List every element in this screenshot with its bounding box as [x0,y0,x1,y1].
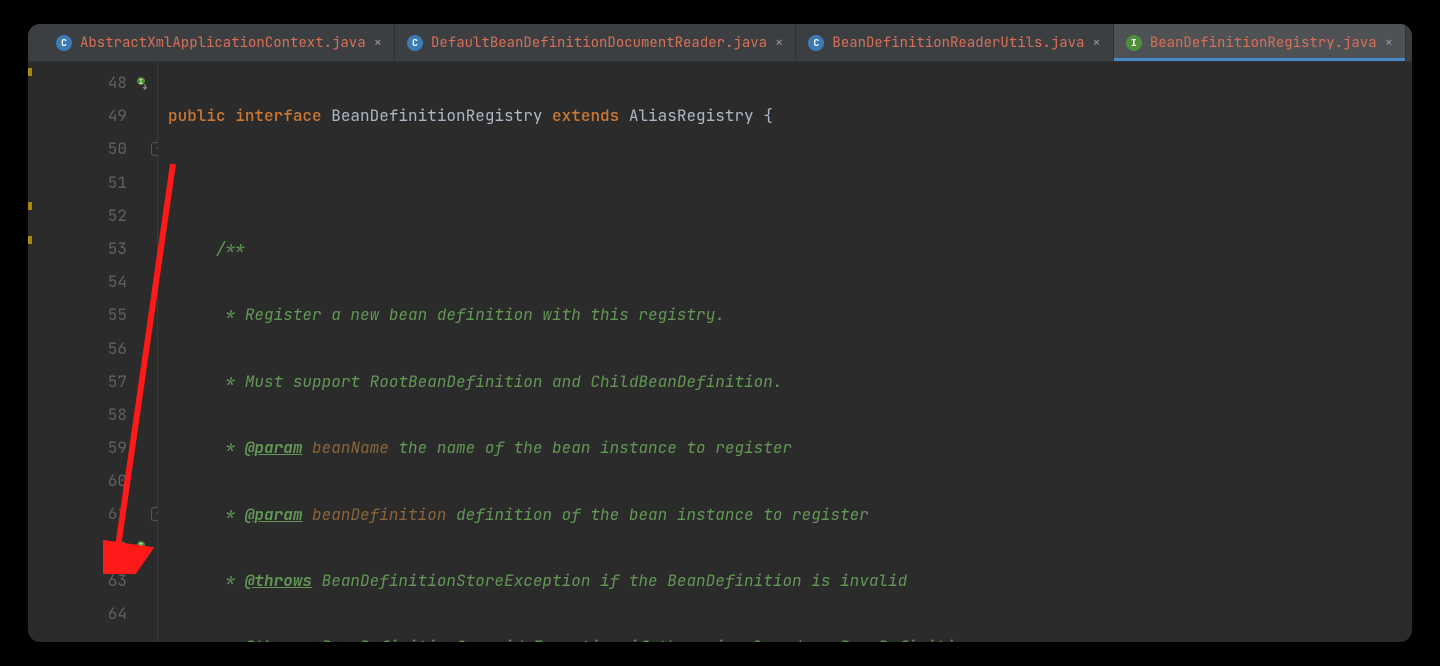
line-number: 58 [28,398,157,431]
javadoc-tag: @param [245,437,303,458]
javadoc: * [216,504,245,525]
tab-label: BeanDefinitionRegistry.java [1150,34,1377,52]
close-icon[interactable]: × [775,34,783,52]
implementations-icon[interactable]: I [135,75,151,91]
editor-tabbar: C AbstractXmlApplicationContext.java × C… [28,24,1412,62]
javadoc: if the BeanDefinition is invalid [590,570,907,591]
line-number: 60 [28,464,157,497]
code-pane[interactable]: public interface BeanDefinitionRegistry … [158,62,1412,642]
type-name: AliasRegistry [629,105,754,126]
tab-abstract-xml[interactable]: C AbstractXmlApplicationContext.java × [44,24,395,61]
line-number: 49 [28,99,157,132]
javadoc: * Register a new bean definition with th… [216,304,725,325]
line-number: 53 [28,232,157,265]
line-number: 48 I [28,66,157,99]
class-icon: C [56,35,72,51]
keyword: interface [235,105,321,126]
javadoc: the name of the bean instance to registe… [389,437,792,458]
line-number: 54 [28,265,157,298]
javadoc-param: beanDefinition [302,504,446,525]
implementations-icon[interactable]: I [135,539,151,555]
ide-window: C AbstractXmlApplicationContext.java × C… [28,24,1412,642]
tab-label: DefaultBeanDefinitionDocumentReader.java [431,34,767,52]
close-icon[interactable]: × [1385,34,1393,52]
keyword: public [168,105,226,126]
brace: { [754,105,773,126]
line-number: 59 [28,431,157,464]
line-number: 56 [28,332,157,365]
keyword: extends [552,105,619,126]
line-number: 52 [28,199,157,232]
javadoc: * [216,570,245,591]
tab-bean-def-registry[interactable]: I BeanDefinitionRegistry.java × [1114,24,1406,61]
class-icon: C [407,35,423,51]
javadoc-ref: BeanDefinitionOverrideException [312,636,619,642]
line-number: 50 − [28,132,157,165]
tab-label: BeanDefinitionReaderUtils.java [832,34,1084,52]
type-name: BeanDefinitionRegistry [331,105,542,126]
javadoc: /** [216,238,245,259]
tab-label: AbstractXmlApplicationContext.java [80,34,366,52]
svg-text:I: I [139,78,143,87]
line-number: 63 [28,564,157,597]
line-number: 57 [28,365,157,398]
tab-default-bean-reader[interactable]: C DefaultBeanDefinitionDocumentReader.ja… [395,24,796,61]
javadoc: if there is already a BeanDefinition [619,636,974,642]
javadoc: * Must support RootBeanDefinition and Ch… [216,371,782,392]
editor-area: 48 I 49 50 − 51 52 53 54 55 56 57 58 59 … [28,62,1412,642]
javadoc: * [216,437,245,458]
line-number: 55 [28,298,157,331]
line-number: 51 [28,166,157,199]
javadoc-tag: @param [245,504,303,525]
javadoc: * [216,636,245,642]
line-number: 64 [28,597,157,630]
gutter: 48 I 49 50 − 51 52 53 54 55 56 57 58 59 … [28,62,158,642]
javadoc-tag: @throws [245,570,312,591]
tab-bean-reader-utils[interactable]: C BeanDefinitionReaderUtils.java × [796,24,1113,61]
svg-text:I: I [139,542,143,551]
class-icon: C [808,35,824,51]
interface-icon: I [1126,35,1142,51]
close-icon[interactable]: × [374,34,382,52]
javadoc-tag: @throws [245,636,312,642]
javadoc-ref: BeanDefinitionStoreException [312,570,590,591]
javadoc: definition of the bean instance to regis… [446,504,868,525]
line-number: 62 I [28,531,157,564]
close-icon[interactable]: × [1092,34,1100,52]
javadoc-param: beanName [302,437,388,458]
line-number: 61 − [28,497,157,530]
